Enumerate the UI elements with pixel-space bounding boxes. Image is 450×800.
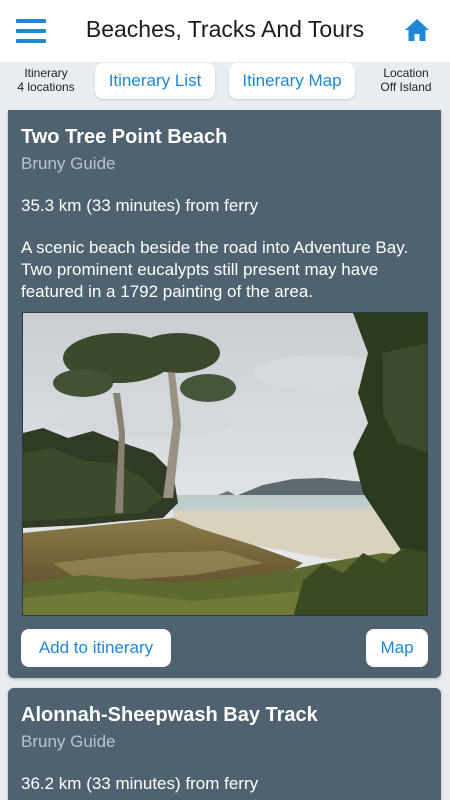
itinerary-bar: Itinerary 4 locations Itinerary List Iti… <box>0 62 450 110</box>
page-title: Beaches, Tracks And Tours <box>85 16 365 42</box>
card-description: A scenic beach beside the road into Adve… <box>21 238 409 301</box>
list-item[interactable]: Alonnah-Sheepwash Bay Track Bruny Guide … <box>8 688 441 800</box>
beach-photo <box>22 312 428 616</box>
card-distance: 35.3 km (33 minutes) from ferry <box>21 196 259 215</box>
card-distance: 36.2 km (33 minutes) from ferry <box>21 774 259 793</box>
results-list[interactable]: Two Tree Point Beach Bruny Guide 35.3 km… <box>0 110 450 800</box>
card-source: Bruny Guide <box>21 154 116 173</box>
itinerary-label: Itinerary <box>24 66 68 80</box>
card-source: Bruny Guide <box>21 732 116 751</box>
location-label: Location <box>383 66 429 80</box>
hamburger-menu-icon[interactable] <box>16 19 46 43</box>
list-item[interactable]: Two Tree Point Beach Bruny Guide 35.3 km… <box>8 110 441 678</box>
location-value: Off Island <box>380 80 432 94</box>
map-button[interactable]: Map <box>366 629 428 667</box>
add-to-itinerary-button[interactable]: Add to itinerary <box>21 629 171 667</box>
itinerary-count: 4 locations <box>17 80 75 94</box>
home-icon[interactable] <box>404 18 430 42</box>
itinerary-map-button[interactable]: Itinerary Map <box>229 63 355 99</box>
card-title: Two Tree Point Beach <box>21 126 228 148</box>
itinerary-summary: Itinerary 4 locations <box>8 66 84 94</box>
location-summary: Location Off Island <box>372 66 440 94</box>
itinerary-list-button[interactable]: Itinerary List <box>95 63 215 99</box>
card-title: Alonnah-Sheepwash Bay Track <box>21 704 318 726</box>
app-header: Beaches, Tracks And Tours <box>0 0 450 62</box>
